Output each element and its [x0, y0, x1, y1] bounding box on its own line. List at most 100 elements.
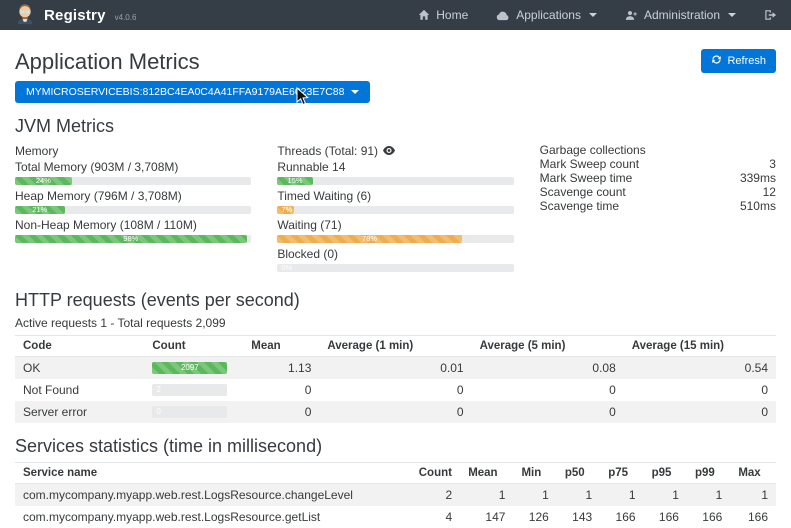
http-count-bar-2: 0 [152, 406, 227, 418]
thread-metric-0-bar-value: 15% [288, 177, 303, 185]
service-value-cell: 1 [600, 484, 643, 507]
garbage-collections-table: Garbage collections Mark Sweep count3Mar… [540, 144, 776, 214]
services-table-row: com.mycompany.myapp.web.rest.LogsResourc… [15, 506, 776, 528]
memory-metric-1-bar: 21% [15, 206, 251, 214]
http-count-bar-0-value: 2097 [181, 362, 199, 374]
http-avg5-cell: 0 [472, 401, 624, 423]
thread-metric-2-bar-value: 78% [362, 235, 377, 243]
gc-row-label: Mark Sweep count [540, 158, 713, 172]
home-icon [418, 9, 430, 21]
refresh-icon [711, 54, 722, 68]
service-value-cell: 166 [644, 506, 687, 528]
http-count-bar-2-value: 0 [156, 406, 160, 418]
service-value-cell: 166 [730, 506, 776, 528]
http-requests-table: Code Count Mean Average (1 min) Average … [15, 335, 776, 423]
col-header-service-name: Service name [15, 463, 411, 484]
service-value-cell: 143 [557, 506, 600, 528]
http-table-row: Not Found20000 [15, 379, 776, 401]
gc-row-value: 339ms [713, 172, 776, 186]
col-header-p95: p95 [644, 463, 687, 484]
chevron-down-icon [728, 13, 736, 17]
service-value-cell: 1 [730, 484, 776, 507]
memory-metric-0-bar-value: 24% [36, 177, 51, 185]
services-statistics-table: Service name Count Mean Min p50 p75 p95 … [15, 462, 776, 528]
page-title: Application Metrics [15, 49, 200, 75]
thread-metric-3-bar: 0% [277, 264, 513, 272]
threads-title: Threads (Total: 91) [277, 144, 378, 158]
garbage-collections-column: Garbage collections Mark Sweep count3Mar… [540, 144, 776, 277]
nav-item-applications[interactable]: Applications [496, 8, 597, 22]
http-code-cell: Not Found [15, 379, 144, 401]
service-value-cell: 1 [644, 484, 687, 507]
service-value-cell: 126 [513, 506, 556, 528]
col-header-avg5: Average (5 min) [472, 336, 624, 357]
gc-row-label: Scavenge time [540, 200, 713, 214]
chevron-down-icon [589, 13, 597, 17]
col-header-mean: Mean [460, 463, 513, 484]
http-avg1-cell: 0 [319, 401, 471, 423]
instance-selector-label: MYMICROSERVICEBIS:812BC4EA0C4A41FFA9179A… [26, 86, 344, 98]
thread-metric-2-bar: 78% [277, 235, 513, 243]
memory-metric-0-label: Total Memory (903M / 3,708M) [15, 161, 251, 174]
http-avg15-cell: 0.54 [624, 357, 776, 380]
sign-out-button[interactable] [764, 9, 777, 21]
service-value-cell: 1 [557, 484, 600, 507]
thread-metric-3: Blocked (0) 0% [277, 248, 513, 272]
gc-row: Mark Sweep time339ms [540, 172, 776, 186]
service-value-cell: 147 [460, 506, 513, 528]
col-header-count: Count [144, 336, 243, 357]
service-value-cell: 4 [411, 506, 460, 528]
gc-row-value: 3 [713, 158, 776, 172]
col-header-avg1: Average (1 min) [319, 336, 471, 357]
instance-selector-dropdown[interactable]: MYMICROSERVICEBIS:812BC4EA0C4A41FFA9179A… [15, 81, 370, 103]
nav-item-administration[interactable]: Administration [625, 8, 736, 22]
col-header-max: Max [730, 463, 776, 484]
sign-out-icon [764, 9, 777, 21]
col-header-code: Code [15, 336, 144, 357]
jvm-metrics-row: Memory Total Memory (903M / 3,708M)24%He… [15, 144, 776, 277]
service-value-cell: 2 [411, 484, 460, 507]
service-value-cell: 166 [600, 506, 643, 528]
thread-metric-0-label: Runnable 14 [277, 161, 513, 174]
http-code-cell: OK [15, 357, 144, 380]
http-code-cell: Server error [15, 401, 144, 423]
col-header-min: Min [513, 463, 556, 484]
thread-metric-1-bar: 7% [277, 206, 513, 214]
jhipster-avatar-logo [14, 3, 36, 28]
nav-item-label: Administration [644, 8, 720, 22]
navbar: Registry v4.0.6 Home Applications Administ… [0, 0, 791, 30]
memory-metric-2-bar-value: 98% [123, 235, 138, 243]
thread-metric-0: Runnable 14 15% [277, 161, 513, 185]
gc-title: Garbage collections [540, 144, 776, 158]
service-value-cell: 1 [687, 484, 730, 507]
gc-row-value: 510ms [713, 200, 776, 214]
refresh-button-label: Refresh [727, 55, 766, 67]
brand[interactable]: Registry v4.0.6 [14, 3, 136, 28]
cloud-icon [496, 10, 510, 21]
gc-row: Mark Sweep count3 [540, 158, 776, 172]
gc-row: Scavenge count12 [540, 186, 776, 200]
http-table-row: OK20971.130.010.080.54 [15, 357, 776, 380]
eye-icon[interactable] [383, 144, 395, 158]
memory-metric-2-bar: 98% [15, 235, 251, 243]
http-avg15-cell: 0 [624, 379, 776, 401]
col-header-count: Count [411, 463, 460, 484]
thread-metric-3-label: Blocked (0) [277, 248, 513, 261]
thread-metric-2: Waiting (71)78% [277, 219, 513, 243]
brand-version: v4.0.6 [115, 13, 137, 22]
jvm-metrics-heading: JVM Metrics [15, 116, 776, 137]
services-table-header-row: Service name Count Mean Min p50 p75 p95 … [15, 463, 776, 484]
http-count-bar-1-value: 2 [156, 384, 160, 396]
refresh-button[interactable]: Refresh [701, 49, 776, 73]
memory-metric-0: Total Memory (903M / 3,708M) 24% [15, 161, 251, 185]
col-header-avg15: Average (15 min) [624, 336, 776, 357]
memory-metric-1-label: Heap Memory (796M / 3,708M) [15, 190, 251, 203]
http-count-bar-1: 2 [152, 384, 227, 396]
service-value-cell: 166 [687, 506, 730, 528]
http-requests-heading: HTTP requests (events per second) [15, 290, 776, 311]
col-header-p99: p99 [687, 463, 730, 484]
http-table-header-row: Code Count Mean Average (1 min) Average … [15, 336, 776, 357]
thread-metric-1: Timed Waiting (6)7% [277, 190, 513, 214]
nav-item-home[interactable]: Home [418, 8, 468, 22]
services-table-row: com.mycompany.myapp.web.rest.LogsResourc… [15, 484, 776, 507]
